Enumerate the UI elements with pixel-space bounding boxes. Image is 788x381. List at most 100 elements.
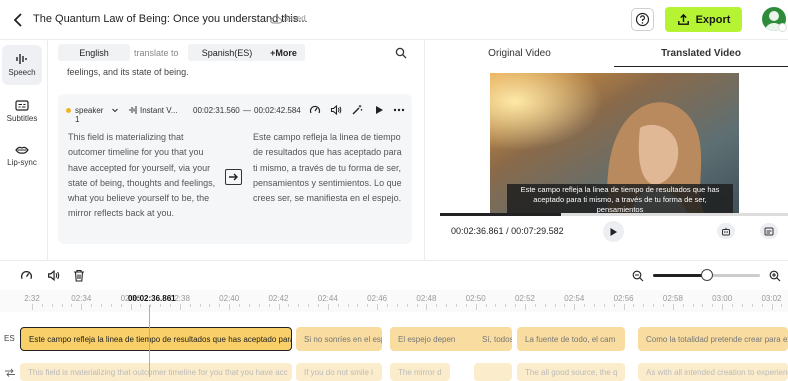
ruler-tick [179, 304, 181, 310]
voice-select[interactable]: Instant V... [140, 106, 178, 115]
video-tabs: Original Video Translated Video [425, 40, 788, 67]
timeline-ruler[interactable]: 2:32 02:34 02:36 02:38 02:40 02:42 02:44 02:46 0… [0, 290, 788, 312]
ruler-tick [761, 304, 763, 307]
ruler-tick [436, 304, 438, 307]
speed-gauge-icon[interactable] [309, 104, 321, 116]
ruler-tick [544, 304, 546, 307]
segment-start-time[interactable]: 00:02:31.560 [193, 106, 240, 115]
trash-icon[interactable] [73, 269, 85, 282]
zoom-in-icon[interactable] [769, 270, 781, 282]
timeline-segment-source[interactable]: If you do not smile i [296, 363, 382, 381]
ruler-tick [663, 304, 665, 307]
back-arrow-icon[interactable] [10, 11, 28, 29]
timeline-segment-source[interactable]: The mirror d [390, 363, 450, 381]
ruler-tick-label: 02:46 [367, 294, 388, 303]
help-icon [635, 12, 650, 27]
ruler-tick [258, 304, 260, 307]
timeline-segment-es[interactable]: La fuente de todo, el cam [517, 327, 625, 351]
rail-item-lip-sync[interactable]: Lip-sync [2, 136, 42, 176]
project-title[interactable]: The Quantum Law of Being: Once you under… [33, 13, 308, 25]
ruler-tick [347, 304, 349, 307]
tab-translated-video[interactable]: Translated Video [614, 40, 788, 67]
ruler-tick [564, 304, 566, 307]
timeline-segment-source[interactable] [474, 363, 512, 381]
rail-item-speech[interactable]: Speech [2, 45, 42, 85]
ruler-tick [465, 304, 467, 307]
export-label: Export [695, 13, 731, 26]
subtitle-toggle-icon[interactable] [760, 223, 778, 239]
more-options-icon[interactable] [393, 108, 405, 112]
video-play-button[interactable] [603, 221, 624, 242]
translated-text[interactable]: Este campo refleja la linea de tiempo de… [253, 130, 408, 206]
timeline-segment-source[interactable]: This field is materializing that outcome… [20, 363, 292, 381]
export-button[interactable]: Export [665, 7, 742, 32]
ruler-tick [189, 304, 191, 307]
playhead-time: 00:02:36.861 [128, 294, 176, 303]
ruler-tick [732, 304, 734, 307]
avatar-badge-icon [778, 23, 787, 32]
ruler-tick [623, 304, 625, 310]
speed-gauge-icon[interactable] [20, 269, 33, 282]
source-language-select[interactable]: English [58, 44, 130, 61]
apply-translation-icon[interactable] [225, 169, 242, 185]
play-segment-icon[interactable] [374, 105, 384, 115]
ruler-tick [41, 304, 43, 307]
magic-wand-icon[interactable] [351, 104, 363, 116]
ruler-tick-label: 03:00 [712, 294, 733, 303]
rail-item-subtitles[interactable]: Subtitles [2, 91, 42, 131]
ruler-tick [71, 304, 73, 307]
target-language-select[interactable]: Spanish(ES) [188, 44, 266, 61]
volume-icon[interactable] [330, 104, 342, 116]
timeline-segment-es[interactable]: Sí, todos los [474, 327, 512, 351]
ruler-tick-label: 02:34 [71, 294, 92, 303]
timeline-segment-es[interactable]: Este campo refleja la linea de tiempo de… [20, 327, 292, 351]
ruler-tick [110, 304, 112, 307]
language-bar: English translate to Spanish(ES) +More [48, 40, 424, 66]
ruler-tick [268, 304, 270, 307]
ruler-tick [702, 304, 704, 307]
ruler-tick [367, 304, 369, 307]
rail-label-subtitles: Subtitles [6, 113, 38, 123]
timeline-segment-es[interactable]: Como la totalidad pretende crear para ex [638, 327, 788, 351]
ruler-tick [219, 304, 221, 307]
help-button[interactable] [631, 8, 654, 31]
translate-to-label: translate to [134, 48, 179, 58]
save-status: Saved [283, 14, 306, 23]
ruler-tick [406, 304, 408, 307]
search-icon[interactable] [395, 47, 407, 59]
video-progress-bar[interactable] [440, 213, 788, 216]
ruler-tick [199, 304, 201, 307]
left-rail: Speech Subtitles Lip-sync [0, 40, 48, 260]
ruler-tick [515, 304, 517, 307]
chevron-down-icon[interactable] [111, 106, 119, 114]
segment-card[interactable]: speaker 1 Instant V... 00:02:31.560 — 00… [58, 94, 412, 244]
video-subtitle: Este campo refleja la linea de tiempo de… [507, 184, 733, 214]
top-header: The Quantum Law of Being: Once you under… [0, 0, 788, 40]
video-time-separator: / [503, 226, 512, 236]
ruler-tick [308, 304, 310, 307]
robot-icon[interactable] [717, 223, 735, 239]
segment-end-time[interactable]: 00:02:42.584 [254, 106, 301, 115]
playhead-line[interactable] [149, 305, 150, 377]
timeline-segment-source[interactable]: As with all intended creation to experie… [638, 363, 788, 381]
zoom-out-icon[interactable] [632, 270, 644, 282]
ruler-tick [61, 304, 63, 307]
ruler-tick [584, 304, 586, 307]
zoom-slider-handle[interactable] [701, 269, 713, 281]
ruler-tick [150, 304, 152, 307]
time-dash: — [243, 106, 251, 115]
timeline-segment-source[interactable]: The all good source, the q [517, 363, 625, 381]
video-current-time: 00:02:36.861 [451, 226, 504, 236]
ruler-tick [455, 304, 457, 307]
timeline-segment-es[interactable]: Si no sonríes en el esp [296, 327, 382, 351]
ruler-tick [534, 304, 536, 307]
ruler-tick-label: 02:50 [465, 294, 486, 303]
rail-label-lip-sync: Lip-sync [7, 158, 37, 167]
speaker-select[interactable]: speaker 1 [75, 106, 103, 124]
video-player[interactable]: Este campo refleja la linea de tiempo de… [490, 73, 739, 214]
tab-original-video[interactable]: Original Video [425, 40, 614, 67]
source-text[interactable]: This field is materializing that outcome… [68, 130, 218, 222]
ruler-tick [554, 304, 556, 307]
more-languages-button[interactable]: +More [262, 44, 305, 61]
volume-icon[interactable] [47, 269, 60, 282]
